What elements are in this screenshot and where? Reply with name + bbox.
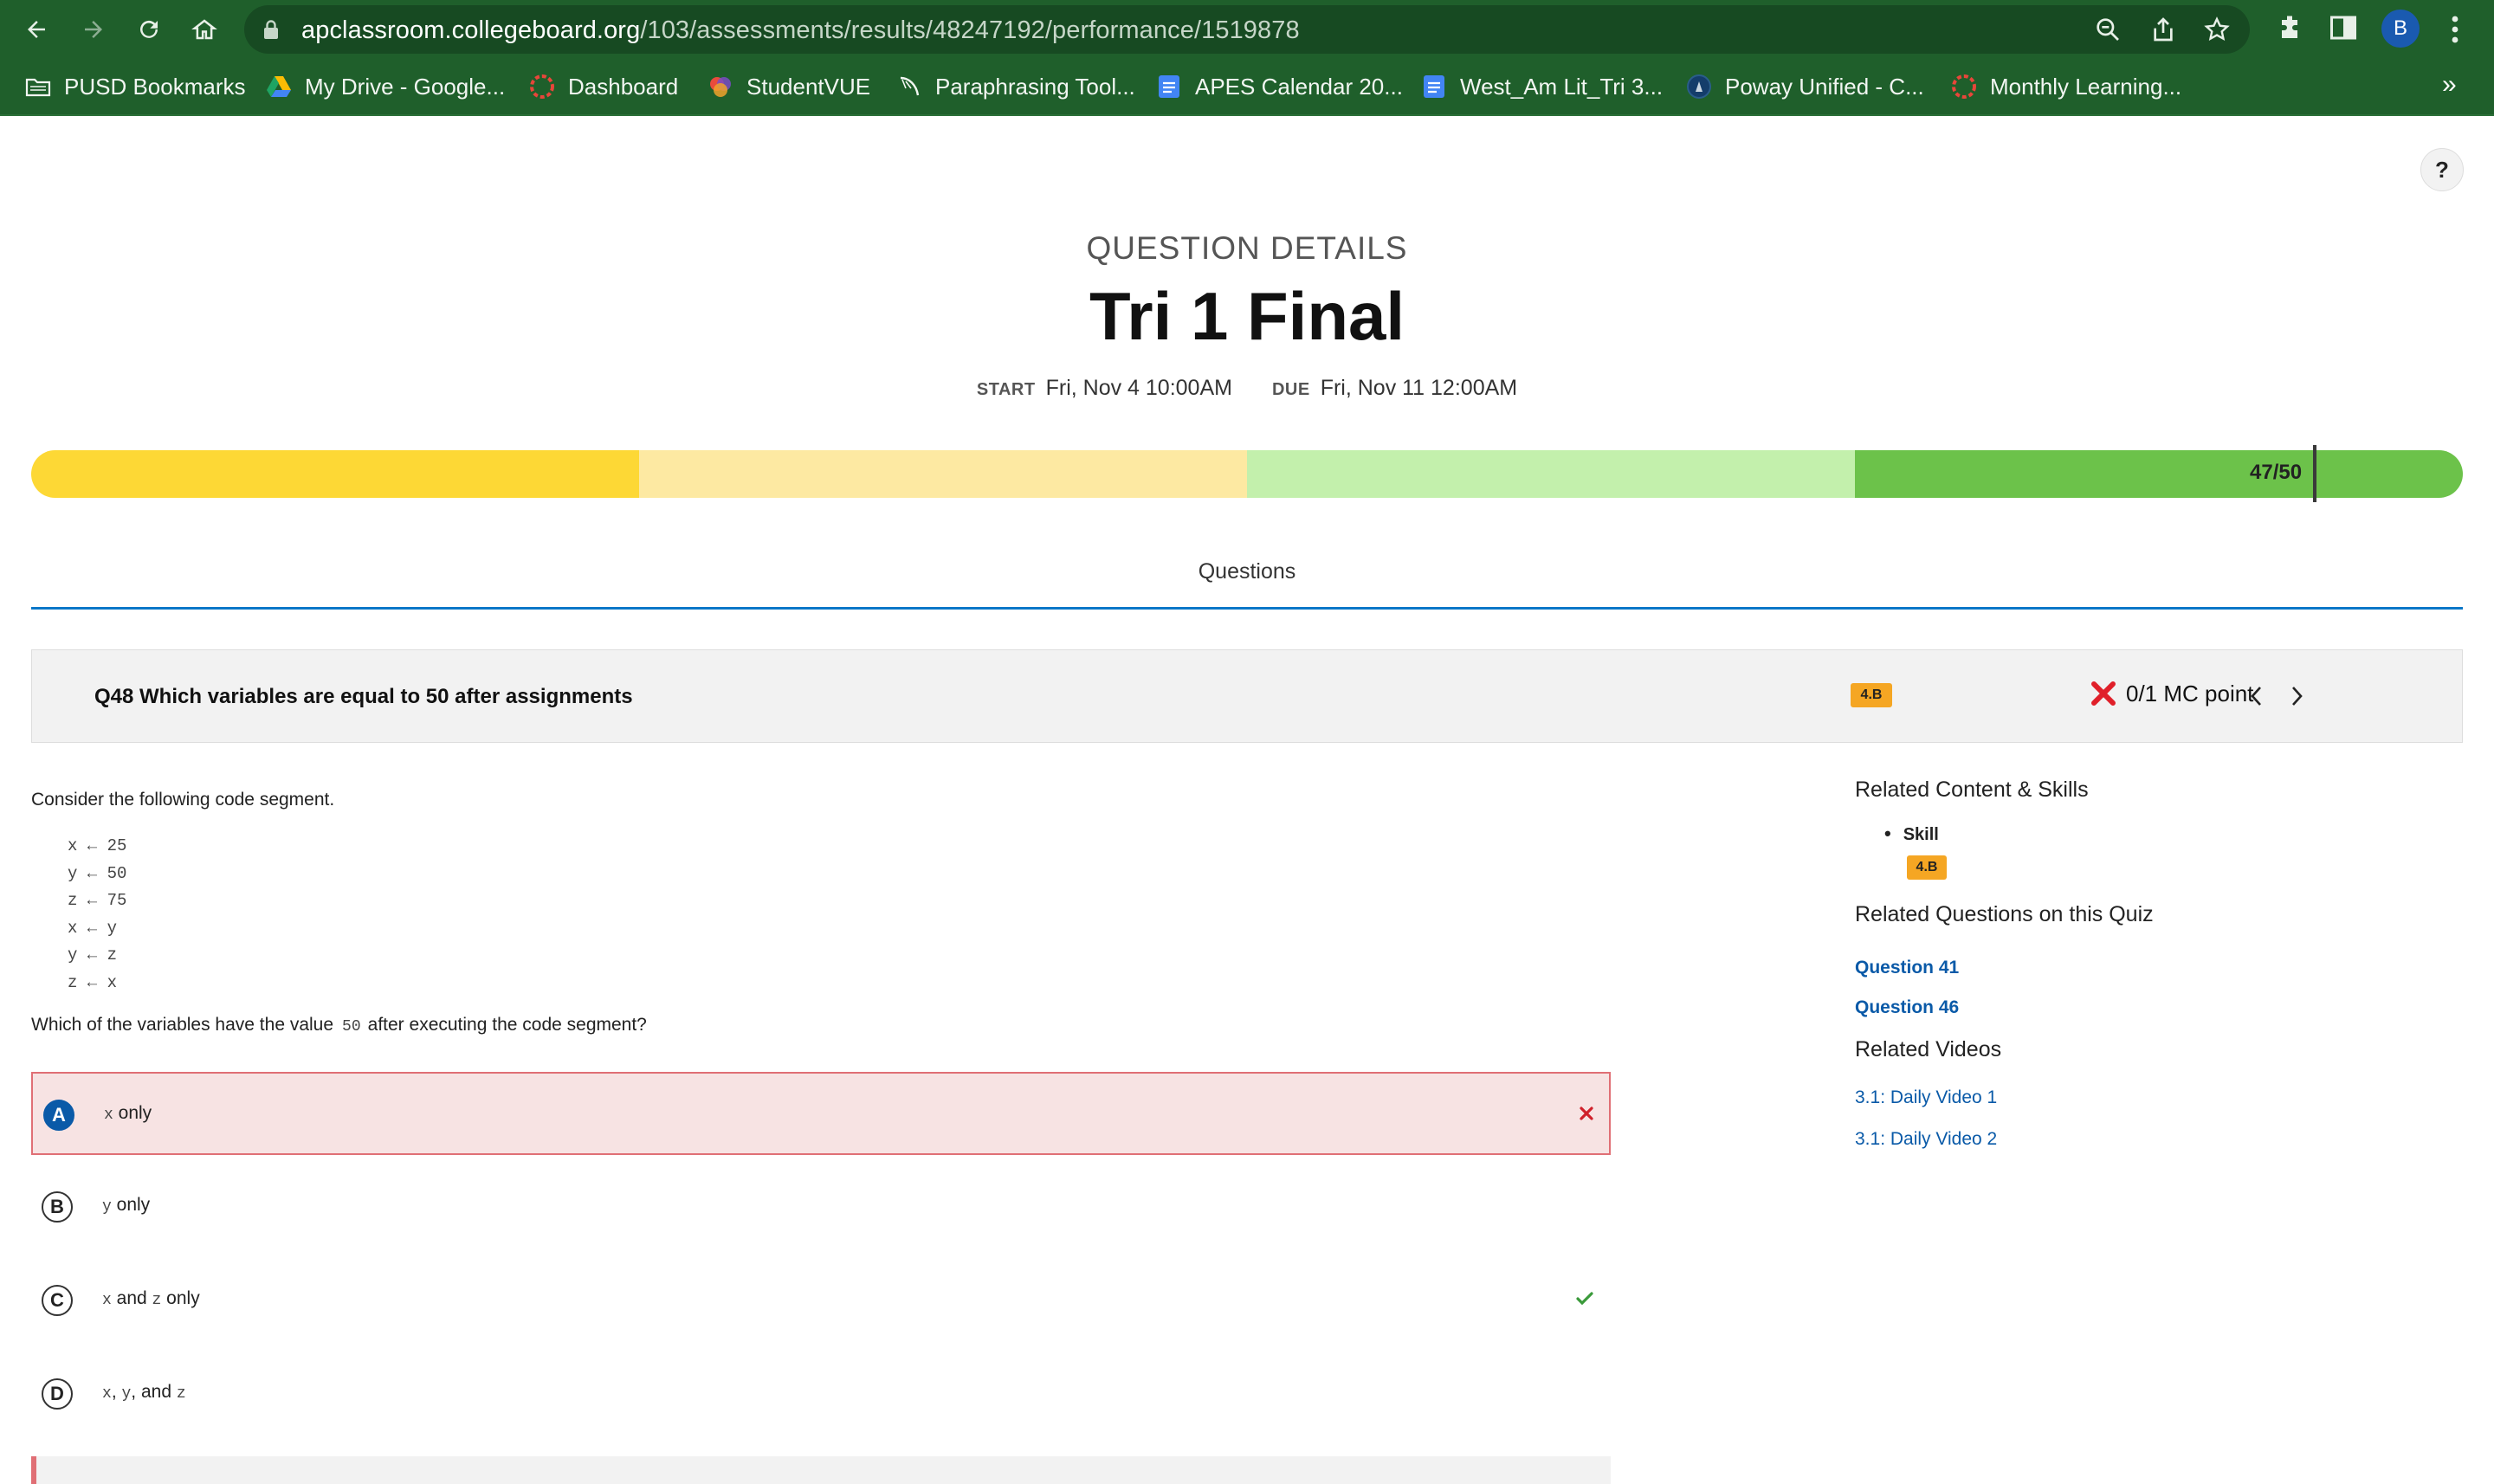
zoom-icon[interactable] bbox=[2094, 16, 2122, 43]
skill-item: Skill bbox=[1884, 823, 1939, 845]
bookmark-west-am-lit[interactable]: West_Am Lit_Tri 3... bbox=[1420, 71, 1663, 102]
page-title: Tri 1 Final bbox=[1089, 278, 1405, 354]
forward-button[interactable] bbox=[74, 10, 113, 48]
option-text: x only bbox=[104, 1103, 152, 1124]
option-text: y only bbox=[102, 1195, 151, 1216]
bookmark-apes-calendar[interactable]: APES Calendar 20... bbox=[1155, 71, 1403, 102]
district-seal-icon bbox=[1687, 74, 1711, 99]
tab-questions[interactable]: Questions bbox=[31, 559, 2463, 584]
menu-dots-icon[interactable] bbox=[2444, 12, 2466, 47]
google-docs-icon bbox=[1424, 75, 1444, 98]
next-question-icon[interactable] bbox=[2284, 681, 2310, 711]
progress-segment-1 bbox=[31, 450, 639, 498]
question-header: Q48 Which variables are equal to 50 afte… bbox=[31, 649, 2463, 743]
profile-avatar[interactable]: B bbox=[2381, 10, 2420, 48]
score-label: 47/50 bbox=[2250, 461, 2303, 484]
arrow-right-icon bbox=[85, 21, 102, 38]
side-panel-icon[interactable] bbox=[2328, 12, 2359, 43]
question-title: Q48 Which variables are equal to 50 afte… bbox=[94, 685, 633, 708]
tab-bar: Questions bbox=[31, 554, 2463, 610]
skill-badge: 4.B bbox=[1907, 855, 1947, 880]
studentvue-icon bbox=[710, 77, 731, 97]
url-text: apclassroom.collegeboard.org/103/assessm… bbox=[301, 16, 1300, 44]
question-score: 0/1 MC point bbox=[2090, 680, 2253, 707]
option-letter: B bbox=[42, 1191, 73, 1223]
dashboard-icon bbox=[1952, 74, 1976, 99]
google-docs-icon bbox=[1159, 75, 1179, 98]
option-letter: C bbox=[42, 1285, 73, 1316]
option-letter: A bbox=[43, 1100, 74, 1131]
related-content-heading: Related Content & Skills bbox=[1855, 777, 2089, 802]
correct-check-icon bbox=[1576, 1292, 1593, 1306]
share-icon[interactable] bbox=[2149, 16, 2177, 43]
question-details-kicker: QUESTION DETAILS bbox=[1086, 230, 1408, 266]
answer-option-c[interactable]: C x and z only bbox=[31, 1259, 1611, 1342]
bookmark-my-drive[interactable]: My Drive - Google... bbox=[265, 71, 505, 102]
related-question-link[interactable]: Question 41 bbox=[1855, 958, 1959, 978]
bookmark-dashboard[interactable]: Dashboard bbox=[528, 71, 678, 102]
related-video-link[interactable]: 3.1: Daily Video 2 bbox=[1855, 1129, 1997, 1150]
incorrect-x-icon bbox=[2091, 681, 2116, 706]
home-icon bbox=[191, 19, 217, 40]
folder-icon bbox=[25, 78, 51, 97]
related-videos-heading: Related Videos bbox=[1855, 1037, 2002, 1061]
related-questions-heading: Related Questions on this Quiz bbox=[1855, 902, 2154, 926]
code-line: y ← 50 bbox=[68, 863, 127, 883]
question-intro: Consider the following code segment. bbox=[31, 790, 335, 810]
browser-toolbar: apclassroom.collegeboard.org/103/assessm… bbox=[0, 0, 2494, 58]
option-letter: D bbox=[42, 1378, 73, 1410]
previous-question-icon[interactable] bbox=[2244, 681, 2270, 711]
code-line: x ← y bbox=[68, 918, 118, 938]
extensions-icon[interactable] bbox=[2274, 12, 2305, 43]
score-progress-bar bbox=[31, 450, 2463, 498]
help-button[interactable]: ? bbox=[2420, 148, 2464, 191]
bookmark-studentvue[interactable]: StudentVUE bbox=[707, 71, 870, 102]
progress-segment-3 bbox=[1247, 450, 1855, 498]
bookmark-paraphrasing[interactable]: Paraphrasing Tool... bbox=[895, 71, 1135, 102]
score-marker bbox=[2313, 445, 2316, 502]
due-date: DUE Fri, Nov 11 12:00AM bbox=[1271, 376, 1518, 400]
bookmark-monthly-learning[interactable]: Monthly Learning... bbox=[1950, 71, 2181, 102]
code-line: x ← 25 bbox=[68, 836, 127, 855]
google-drive-icon bbox=[267, 76, 291, 97]
code-segment: x ← 25 y ← 50 z ← 75 x ← y y ← z z ← x bbox=[68, 833, 126, 997]
more-bookmarks-button[interactable]: » bbox=[2442, 70, 2457, 100]
progress-segment-2 bbox=[639, 450, 1247, 498]
home-button[interactable] bbox=[185, 10, 223, 48]
code-line: z ← 75 bbox=[68, 891, 127, 911]
arrow-left-icon bbox=[28, 21, 45, 38]
feather-icon bbox=[900, 76, 920, 96]
code-line: y ← z bbox=[68, 945, 118, 965]
incorrect-x-icon bbox=[1580, 1107, 1593, 1120]
lock-icon bbox=[264, 20, 278, 39]
question-prompt: Which of the variables have the value 50 a… bbox=[31, 1015, 647, 1036]
answer-option-d[interactable]: D x, y, and z bbox=[31, 1352, 1611, 1436]
star-icon[interactable] bbox=[2203, 16, 2231, 43]
option-text: x, y, and z bbox=[102, 1382, 186, 1403]
related-video-link[interactable]: 3.1: Daily Video 1 bbox=[1855, 1087, 1997, 1108]
related-question-link[interactable]: Question 46 bbox=[1855, 997, 1959, 1018]
answer-option-a[interactable]: A x only bbox=[31, 1072, 1611, 1155]
reload-icon bbox=[140, 20, 158, 38]
assignment-dates: START Fri, Nov 4 10:00AM DUE Fri, Nov 11 1… bbox=[0, 376, 2494, 401]
progress-segment-4 bbox=[1855, 450, 2463, 498]
code-line: z ← x bbox=[68, 972, 118, 992]
dashboard-icon bbox=[530, 74, 554, 99]
option-text: x and z only bbox=[102, 1288, 200, 1309]
skill-badge: 4.B bbox=[1851, 683, 1892, 707]
reload-button[interactable] bbox=[130, 10, 168, 48]
bookmark-pusd[interactable]: PUSD Bookmarks bbox=[24, 71, 246, 102]
address-bar[interactable]: apclassroom.collegeboard.org/103/assessm… bbox=[244, 5, 2250, 54]
start-date: START Fri, Nov 4 10:00AM bbox=[976, 376, 1232, 400]
back-button[interactable] bbox=[17, 10, 55, 48]
rationale-panel bbox=[31, 1456, 1611, 1484]
bookmarks-bar: PUSD Bookmarks My Drive - Google... Dash… bbox=[0, 58, 2494, 116]
answer-option-b[interactable]: B y only bbox=[31, 1165, 1611, 1248]
bookmark-poway-unified[interactable]: Poway Unified - C... bbox=[1685, 71, 1924, 102]
